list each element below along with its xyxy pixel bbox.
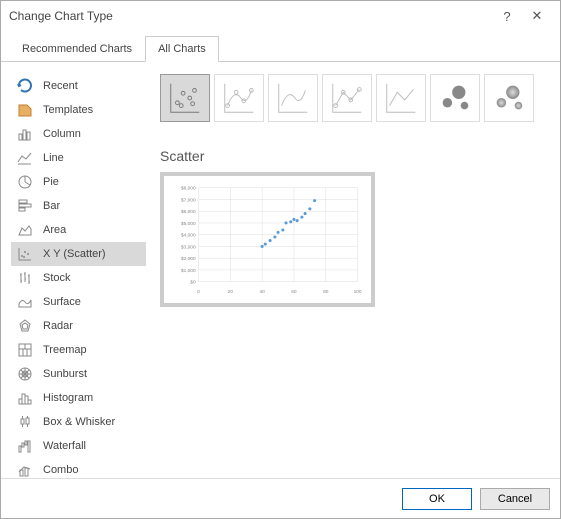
- dialog-footer: OK Cancel: [1, 478, 560, 518]
- svg-text:$7,000: $7,000: [181, 197, 196, 203]
- sidebar-item-label: Bar: [43, 200, 60, 212]
- subtype-scatter[interactable]: [160, 74, 210, 122]
- sidebar-item-xy-scatter[interactable]: X Y (Scatter): [11, 242, 146, 266]
- recent-icon: [17, 78, 33, 94]
- subtype-scatter-lines-markers[interactable]: [322, 74, 372, 122]
- sidebar-item-waterfall[interactable]: Waterfall: [11, 434, 146, 458]
- sidebar-item-label: Sunburst: [43, 368, 87, 380]
- templates-icon: [17, 102, 33, 118]
- subtype-bubble-3d[interactable]: [484, 74, 534, 122]
- stock-icon: [17, 270, 33, 286]
- surface-icon: [17, 294, 33, 310]
- sidebar-item-stock[interactable]: Stock: [11, 266, 146, 290]
- svg-text:$6,000: $6,000: [181, 209, 196, 215]
- sidebar-item-label: Surface: [43, 296, 81, 308]
- svg-text:$0: $0: [190, 280, 196, 286]
- sidebar-item-label: Waterfall: [43, 440, 86, 452]
- sidebar-item-sunburst[interactable]: Sunburst: [11, 362, 146, 386]
- help-button[interactable]: ?: [492, 9, 522, 24]
- subtype-scatter-smooth[interactable]: [268, 74, 318, 122]
- sidebar-item-label: Templates: [43, 104, 93, 116]
- radar-icon: [17, 318, 33, 334]
- sidebar-item-label: Recent: [43, 80, 78, 92]
- sidebar-item-label: Stock: [43, 272, 71, 284]
- sidebar-item-label: Treemap: [43, 344, 87, 356]
- sidebar-item-box-whisker[interactable]: Box & Whisker: [11, 410, 146, 434]
- svg-text:60: 60: [291, 289, 297, 295]
- sidebar-item-histogram[interactable]: Histogram: [11, 386, 146, 410]
- main-panel: Scatter $0 $1,000 $2,000 $3,000 $4,000 $5,000…: [146, 74, 550, 478]
- svg-text:80: 80: [323, 289, 329, 295]
- dialog-body: Recent Templates Column Line Pie Bar Are…: [1, 62, 560, 478]
- sidebar-item-combo[interactable]: Combo: [11, 458, 146, 478]
- title-bar: Change Chart Type ? ✕: [1, 1, 560, 31]
- sidebar-item-line[interactable]: Line: [11, 146, 146, 170]
- box-whisker-icon: [17, 414, 33, 430]
- sidebar-item-label: Combo: [43, 464, 78, 476]
- sidebar-item-column[interactable]: Column: [11, 122, 146, 146]
- sidebar-item-recent[interactable]: Recent: [11, 74, 146, 98]
- sidebar-item-label: Line: [43, 152, 64, 164]
- sidebar-item-label: Box & Whisker: [43, 416, 115, 428]
- sidebar-item-surface[interactable]: Surface: [11, 290, 146, 314]
- histogram-icon: [17, 390, 33, 406]
- svg-text:100: 100: [354, 289, 362, 295]
- sidebar-item-label: X Y (Scatter): [43, 248, 106, 260]
- sidebar-item-label: Area: [43, 224, 66, 236]
- combo-icon: [17, 462, 33, 478]
- tab-strip: Recommended Charts All Charts: [1, 31, 560, 62]
- treemap-icon: [17, 342, 33, 358]
- sidebar-item-label: Column: [43, 128, 81, 140]
- sidebar-item-treemap[interactable]: Treemap: [11, 338, 146, 362]
- chart-type-name: Scatter: [160, 148, 550, 164]
- chart-category-list: Recent Templates Column Line Pie Bar Are…: [11, 74, 146, 478]
- scatter-icon: [17, 246, 33, 262]
- area-icon: [17, 222, 33, 238]
- window-title: Change Chart Type: [9, 9, 492, 23]
- svg-text:$5,000: $5,000: [181, 221, 196, 227]
- sidebar-item-pie[interactable]: Pie: [11, 170, 146, 194]
- subtype-scatter-lines[interactable]: [376, 74, 426, 122]
- pie-icon: [17, 174, 33, 190]
- svg-text:0: 0: [197, 289, 200, 295]
- sidebar-item-bar[interactable]: Bar: [11, 194, 146, 218]
- tab-all-charts[interactable]: All Charts: [145, 36, 219, 62]
- sidebar-item-label: Radar: [43, 320, 73, 332]
- line-icon: [17, 150, 33, 166]
- svg-text:$1,000: $1,000: [181, 268, 196, 274]
- sidebar-item-area[interactable]: Area: [11, 218, 146, 242]
- sidebar-item-radar[interactable]: Radar: [11, 314, 146, 338]
- sidebar-item-label: Pie: [43, 176, 59, 188]
- sidebar-item-templates[interactable]: Templates: [11, 98, 146, 122]
- svg-text:$2,000: $2,000: [181, 256, 196, 262]
- waterfall-icon: [17, 438, 33, 454]
- chart-subtype-row: [160, 74, 550, 130]
- svg-text:$8,000: $8,000: [181, 186, 196, 192]
- sidebar-item-label: Histogram: [43, 392, 93, 404]
- svg-text:$4,000: $4,000: [181, 233, 196, 239]
- sunburst-icon: [17, 366, 33, 382]
- svg-text:20: 20: [228, 289, 234, 295]
- column-icon: [17, 126, 33, 142]
- subtype-bubble[interactable]: [430, 74, 480, 122]
- close-button[interactable]: ✕: [522, 8, 552, 24]
- svg-text:40: 40: [259, 289, 265, 295]
- ok-button[interactable]: OK: [402, 488, 472, 510]
- bar-icon: [17, 198, 33, 214]
- subtype-scatter-smooth-markers[interactable]: [214, 74, 264, 122]
- svg-text:$3,000: $3,000: [181, 244, 196, 250]
- chart-preview[interactable]: $0 $1,000 $2,000 $3,000 $4,000 $5,000 $6,000 $7…: [160, 172, 375, 307]
- cancel-button[interactable]: Cancel: [480, 488, 550, 510]
- tab-recommended-charts[interactable]: Recommended Charts: [9, 36, 145, 62]
